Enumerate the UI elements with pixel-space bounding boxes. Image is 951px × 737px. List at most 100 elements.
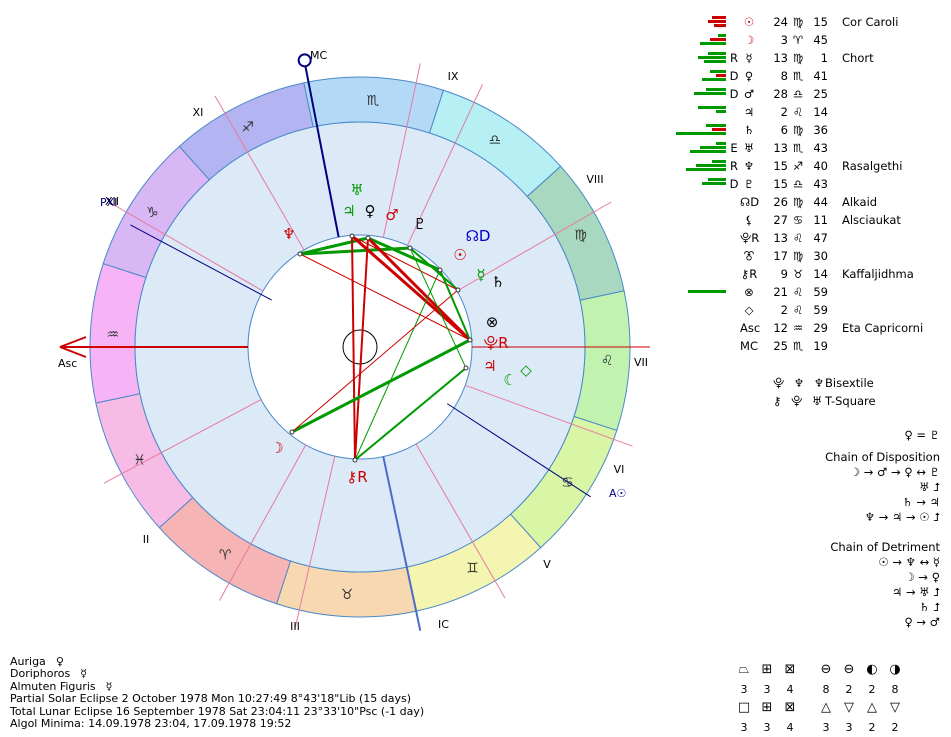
strength-bar <box>708 52 726 55</box>
planet-row: ☉ 24 ♍ 15 Cor Caroli <box>668 13 948 31</box>
planet-symbol: ⊗ <box>744 285 754 299</box>
planet-sign: ♉ <box>792 267 804 281</box>
strength-bars <box>668 70 726 82</box>
planet-glyph: ♂ <box>385 206 398 224</box>
planet-flag: D <box>729 177 739 191</box>
house-label: IX <box>448 70 459 83</box>
algol-minima-text: Algol Minima: 14.09.1978 23:04, 17.09.19… <box>10 717 292 731</box>
strength-bar <box>712 16 726 19</box>
planet-minute: 15 <box>813 15 828 29</box>
strength-bar <box>708 178 726 181</box>
strength-bar <box>702 78 726 81</box>
strength-bar <box>694 92 726 95</box>
planet-symbol: ☉ <box>743 15 755 29</box>
planet-glyph: ♃ <box>342 202 355 220</box>
stat-glyph: ⊖ <box>820 662 832 677</box>
planet-minute: 43 <box>813 177 828 191</box>
planet-minute: 40 <box>813 159 828 173</box>
strength-bar <box>698 56 726 59</box>
strength-bar <box>710 70 726 73</box>
strength-bar <box>710 38 726 41</box>
planet-positions-table: ☉ 24 ♍ 15 Cor Caroli ☽ 3 ♈ 45 R ☿ 13 ♍ 1 Chort D ♀ 8 ♏ 41 D ♂… <box>668 13 948 355</box>
configuration-name: Bisextile <box>825 376 874 390</box>
planet-symbol: Asc <box>740 321 761 335</box>
extra-point-label: PXI <box>100 196 117 209</box>
configuration-row: ⯓ ♆ ♆Bisextile <box>773 374 876 392</box>
planet-minute: 14 <box>813 105 828 119</box>
house-label: VII <box>634 356 648 369</box>
planet-symbol: ◇ <box>744 303 754 317</box>
planet-row: ⚸ 27 ♋ 11 Alsciaukat <box>668 211 948 229</box>
chain-line: ♀ → ♂ <box>904 615 940 629</box>
planet-minute: 43 <box>813 141 828 155</box>
extra-point-label: A☉ <box>609 487 626 500</box>
planet-sign: ♌ <box>792 231 804 245</box>
planet-glyph: ⚷R <box>346 468 367 486</box>
planet-glyph: ☽ <box>270 439 283 457</box>
planet-minute: 45 <box>813 33 828 47</box>
chain-of-detriment: ☉ → ♆ ↔ ☿ ☽ → ♀ ♃ → ♅ ⮥ ♄ ⮥ ♀ → ♂ <box>800 555 940 630</box>
stat-glyph: ⊖ <box>843 662 855 677</box>
planet-symbol: ♃ <box>743 105 755 119</box>
planet-row: ◇ 2 ♌ 59 <box>668 301 948 319</box>
fixed-star: Kaffaljidhma <box>842 267 914 281</box>
stat-glyph: ⊞ <box>761 662 773 677</box>
planet-row: D ♀ 8 ♏ 41 <box>668 67 948 85</box>
stat-glyph: ⏢ <box>738 662 750 677</box>
planet-glyph: ♀ <box>365 202 376 220</box>
planet-degree: 13 <box>773 51 788 65</box>
stat-cell: △ 3 <box>816 700 836 735</box>
aspect-point <box>467 337 473 343</box>
planet-row: ⯓R 13 ♌ 47 <box>668 229 948 247</box>
stat-value: 8 <box>822 683 830 696</box>
strength-bar <box>704 60 726 63</box>
strength-bars <box>668 34 726 46</box>
planet-symbol: ♆ <box>743 159 755 173</box>
sign-glyph: ♊ <box>466 561 479 577</box>
sign-glyph: ♎ <box>489 132 502 148</box>
planet-glyph: ♇ <box>413 215 426 233</box>
planet-flag: E <box>730 141 738 155</box>
planet-glyph: ⊗ <box>486 313 499 331</box>
planet-symbol: ⚸ <box>744 213 754 227</box>
stat-cell: ⊞ 3 <box>757 700 777 735</box>
stat-value: 2 <box>868 721 876 734</box>
house-label: III <box>290 620 300 633</box>
planet-symbol: ♅ <box>743 141 755 155</box>
fixed-star: Eta Capricorni <box>842 321 924 335</box>
auriga-label: Auriga <box>10 655 46 668</box>
planet-glyph: ☉ <box>453 246 466 264</box>
planet-sign: ♈ <box>792 33 804 47</box>
stat-cell: ⊞ 3 <box>757 662 777 697</box>
planet-minute: 59 <box>813 285 828 299</box>
strength-bars <box>668 268 726 280</box>
stat-glyph: ▽ <box>890 700 900 715</box>
stat-value: 3 <box>763 721 771 734</box>
stat-cell: ⊖ 8 <box>816 662 836 697</box>
strength-bar <box>676 132 726 135</box>
fixed-star: Alkaid <box>842 195 878 209</box>
planet-row: R ♆ 15 ♐ 40 Rasalgethi <box>668 157 948 175</box>
planet-glyph: ♆ <box>282 225 295 243</box>
stat-value: 3 <box>740 683 748 696</box>
strength-bar <box>706 88 726 91</box>
sign-glyph: ♐ <box>241 119 254 135</box>
mc-marker <box>297 53 312 68</box>
sign-glyph: ♍ <box>574 228 587 244</box>
planet-row: ⯔ 17 ♍ 30 <box>668 247 948 265</box>
stat-glyph: △ <box>821 700 831 715</box>
stat-cell: ▽ 3 <box>839 700 859 735</box>
planet-glyph: ♅ <box>350 181 363 199</box>
stat-glyph: △ <box>867 700 877 715</box>
planet-sign: ♍ <box>792 51 804 65</box>
planet-glyph: ☿ <box>476 266 485 284</box>
aspect-configurations: ⯓ ♆ ♆Bisextile ⚷ ⯓ ♅T-Square <box>773 374 876 410</box>
planet-row: D ♂ 28 ♎ 25 <box>668 85 948 103</box>
house-label: VI <box>614 463 625 476</box>
strength-bars <box>668 250 726 262</box>
strength-bar <box>700 146 726 149</box>
doriphoros-label: Doriphoros <box>10 667 71 681</box>
planet-sign: ♐ <box>792 159 804 173</box>
sign-glyph: ♒ <box>107 327 120 343</box>
chain-line: ♄ → ♃ <box>902 495 940 509</box>
